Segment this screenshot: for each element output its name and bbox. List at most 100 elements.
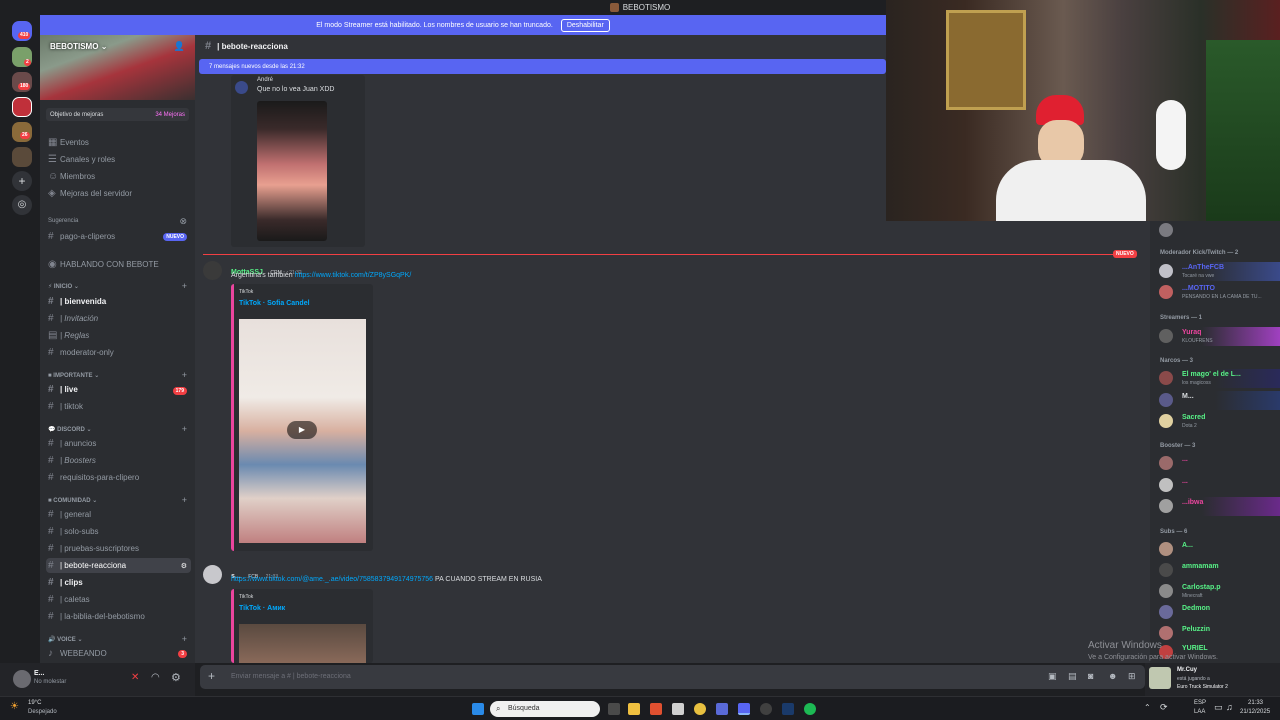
channel-reglas[interactable]: ▤ | Reglas: [46, 328, 191, 343]
member-item[interactable]: Sacred Dota 2: [1150, 412, 1280, 431]
channel-bebote-reacciona[interactable]: # | bebote-reacciona ⚙: [46, 558, 191, 573]
boost-goal[interactable]: Objetivo de mejoras 34 Mejoras: [46, 108, 189, 121]
category-discord[interactable]: 💬 DISCORD ⌄: [48, 426, 92, 433]
message-link[interactable]: https://www.tiktok.com/t/ZP8ySGqPK/: [295, 272, 412, 279]
server-icon-bebotismo[interactable]: [12, 97, 32, 117]
settings-gear-icon[interactable]: ⚙: [171, 671, 181, 684]
message-composer[interactable]: + Enviar mensaje a # | bebote-reacciona …: [200, 665, 1145, 689]
tray-icon[interactable]: ⟳: [1160, 702, 1168, 713]
task-view-icon[interactable]: [608, 703, 620, 715]
channel-boosters[interactable]: # | Boosters: [46, 453, 191, 468]
member-item[interactable]: Carlostap.p Minecraft: [1150, 582, 1280, 601]
channel-anuncios[interactable]: # | anuncios: [46, 436, 191, 451]
obs-icon[interactable]: [760, 703, 772, 715]
language-code[interactable]: ESP: [1194, 700, 1206, 706]
weather-icon[interactable]: ☀: [10, 701, 19, 712]
channel-la-biblia[interactable]: # | la-biblia-del-bebotismo: [46, 609, 191, 624]
channel-invitacion[interactable]: # | Invitación: [46, 311, 191, 326]
emoji-icon[interactable]: ☻: [1108, 671, 1117, 681]
clock-time[interactable]: 21:33: [1248, 700, 1263, 706]
headphones-icon[interactable]: ◠: [151, 672, 160, 683]
channel-moderator-only[interactable]: # moderator-only: [46, 345, 191, 360]
game-activity-card[interactable]: Mr.Cuy está jugando a Euro Truck Simulat…: [1145, 663, 1280, 696]
gif-icon[interactable]: ▤: [1068, 671, 1077, 682]
message-link[interactable]: https://www.tiktok.com/@ame._.ae/video/7…: [231, 576, 433, 583]
member-item[interactable]: El mago' el de L... los magicoss: [1150, 369, 1280, 388]
add-member-icon[interactable]: 👤: [174, 41, 185, 52]
chrome-icon[interactable]: [694, 703, 706, 715]
monitor-icon[interactable]: ▭: [1214, 702, 1223, 713]
member-item[interactable]: Yuraq KLOUFRENS: [1150, 327, 1280, 346]
add-server-icon[interactable]: +: [12, 171, 32, 191]
weather-temp[interactable]: 19°C: [28, 700, 41, 706]
server-name[interactable]: BEBOTISMO ⌄: [50, 42, 107, 51]
embed-title[interactable]: TikTok · Sofia Candel: [239, 300, 310, 307]
channel-hablando[interactable]: ◉ HABLANDO CON BEBOTE: [46, 257, 191, 272]
windows-start-icon[interactable]: [472, 703, 484, 715]
video-thumbnail-image[interactable]: ▶: [239, 319, 366, 543]
add-attachment-icon[interactable]: +: [208, 669, 215, 683]
channel-webeando[interactable]: ♪ WEBEANDO: [46, 646, 191, 661]
menu-boosts[interactable]: ◈ Mejoras del servidor: [46, 186, 191, 201]
category-voice[interactable]: 🔊 VOICE ⌄: [48, 636, 83, 643]
member-item[interactable]: ...MOTITO PENSANDO EN LA CAMA DE TU...: [1150, 283, 1280, 302]
member-item[interactable]: Peluzzin: [1150, 624, 1280, 643]
add-channel-icon[interactable]: +: [182, 634, 187, 644]
member-item[interactable]: [1150, 221, 1280, 240]
channel-general[interactable]: # | general: [46, 507, 191, 522]
taskbar-search[interactable]: ⌕ Búsqueda: [490, 701, 600, 717]
message-embed-preview[interactable]: André Que no lo vea Juan XDD: [231, 75, 365, 247]
explore-icon[interactable]: ◎: [12, 195, 32, 215]
phone-screenshot-image[interactable]: [257, 101, 327, 241]
mic-muted-icon[interactable]: ✕: [131, 672, 139, 683]
member-item[interactable]: ...: [1150, 454, 1280, 473]
channel-clips[interactable]: # | clips: [46, 575, 191, 590]
avatar[interactable]: [203, 565, 222, 584]
avatar[interactable]: [13, 670, 31, 688]
discord-taskbar-icon[interactable]: [738, 703, 750, 715]
composer-placeholder[interactable]: Enviar mensaje a # | bebote-reacciona: [231, 673, 351, 680]
disable-streamer-button[interactable]: Deshabilitar: [560, 18, 610, 32]
channel-live[interactable]: # | live: [46, 382, 191, 397]
category-importante[interactable]: ■ IMPORTANTE ⌄: [48, 372, 99, 379]
settings-gear-icon[interactable]: ⚙: [181, 562, 187, 570]
sticker-icon[interactable]: ◙: [1088, 671, 1093, 681]
member-item[interactable]: ...AnTheFCB Tocaré na vwe: [1150, 262, 1280, 281]
member-item[interactable]: Dedmon: [1150, 603, 1280, 622]
add-channel-icon[interactable]: +: [182, 495, 187, 505]
member-item[interactable]: ...: [1150, 476, 1280, 495]
chevron-up-icon[interactable]: ⌃: [1144, 703, 1151, 712]
menu-events[interactable]: ▦ Eventos: [46, 135, 191, 150]
add-channel-icon[interactable]: +: [182, 281, 187, 291]
play-icon[interactable]: ▶: [287, 421, 317, 439]
new-messages-bar[interactable]: 7 mensajes nuevos desde las 21:32: [199, 59, 886, 74]
file-explorer-icon[interactable]: [628, 703, 640, 715]
menu-members[interactable]: ☺ Miembros: [46, 169, 191, 184]
close-icon[interactable]: ⊗: [179, 216, 187, 227]
brave-browser-icon[interactable]: [650, 703, 662, 715]
channel-requisitos[interactable]: # requisitos-para-clipero: [46, 470, 191, 485]
video-thumbnail-image[interactable]: [239, 624, 366, 663]
channel-solo-subs[interactable]: # | solo-subs: [46, 524, 191, 539]
category-inicio[interactable]: ⚡ INICIO ⌄: [48, 283, 79, 290]
spotify-icon[interactable]: [804, 703, 816, 715]
server-icon-4[interactable]: [12, 147, 32, 167]
apps-icon[interactable]: ⊞: [1128, 671, 1136, 682]
menu-channels-roles[interactable]: ☰ Canales y roles: [46, 152, 191, 167]
member-item[interactable]: M...: [1150, 391, 1280, 410]
channel-tiktok[interactable]: # | tiktok: [46, 399, 191, 414]
member-item[interactable]: ammamam: [1150, 561, 1280, 580]
add-channel-icon[interactable]: +: [182, 424, 187, 434]
embed-title[interactable]: TikTok · Амик: [239, 605, 285, 612]
channel-pruebas-suscriptores[interactable]: # | pruebas-suscriptores: [46, 541, 191, 556]
member-item[interactable]: ...ibwa: [1150, 497, 1280, 516]
gift-icon[interactable]: ▣: [1048, 671, 1057, 682]
steam-icon[interactable]: [782, 703, 794, 715]
teams-icon[interactable]: [716, 703, 728, 715]
calendar-app-icon[interactable]: [672, 703, 684, 715]
channel-caletas[interactable]: # | caletas: [46, 592, 191, 607]
add-channel-icon[interactable]: +: [182, 370, 187, 380]
volume-icon[interactable]: ♫: [1226, 702, 1233, 712]
category-comunidad[interactable]: ■ COMUNIDAD ⌄: [48, 497, 97, 504]
avatar[interactable]: [203, 261, 222, 280]
